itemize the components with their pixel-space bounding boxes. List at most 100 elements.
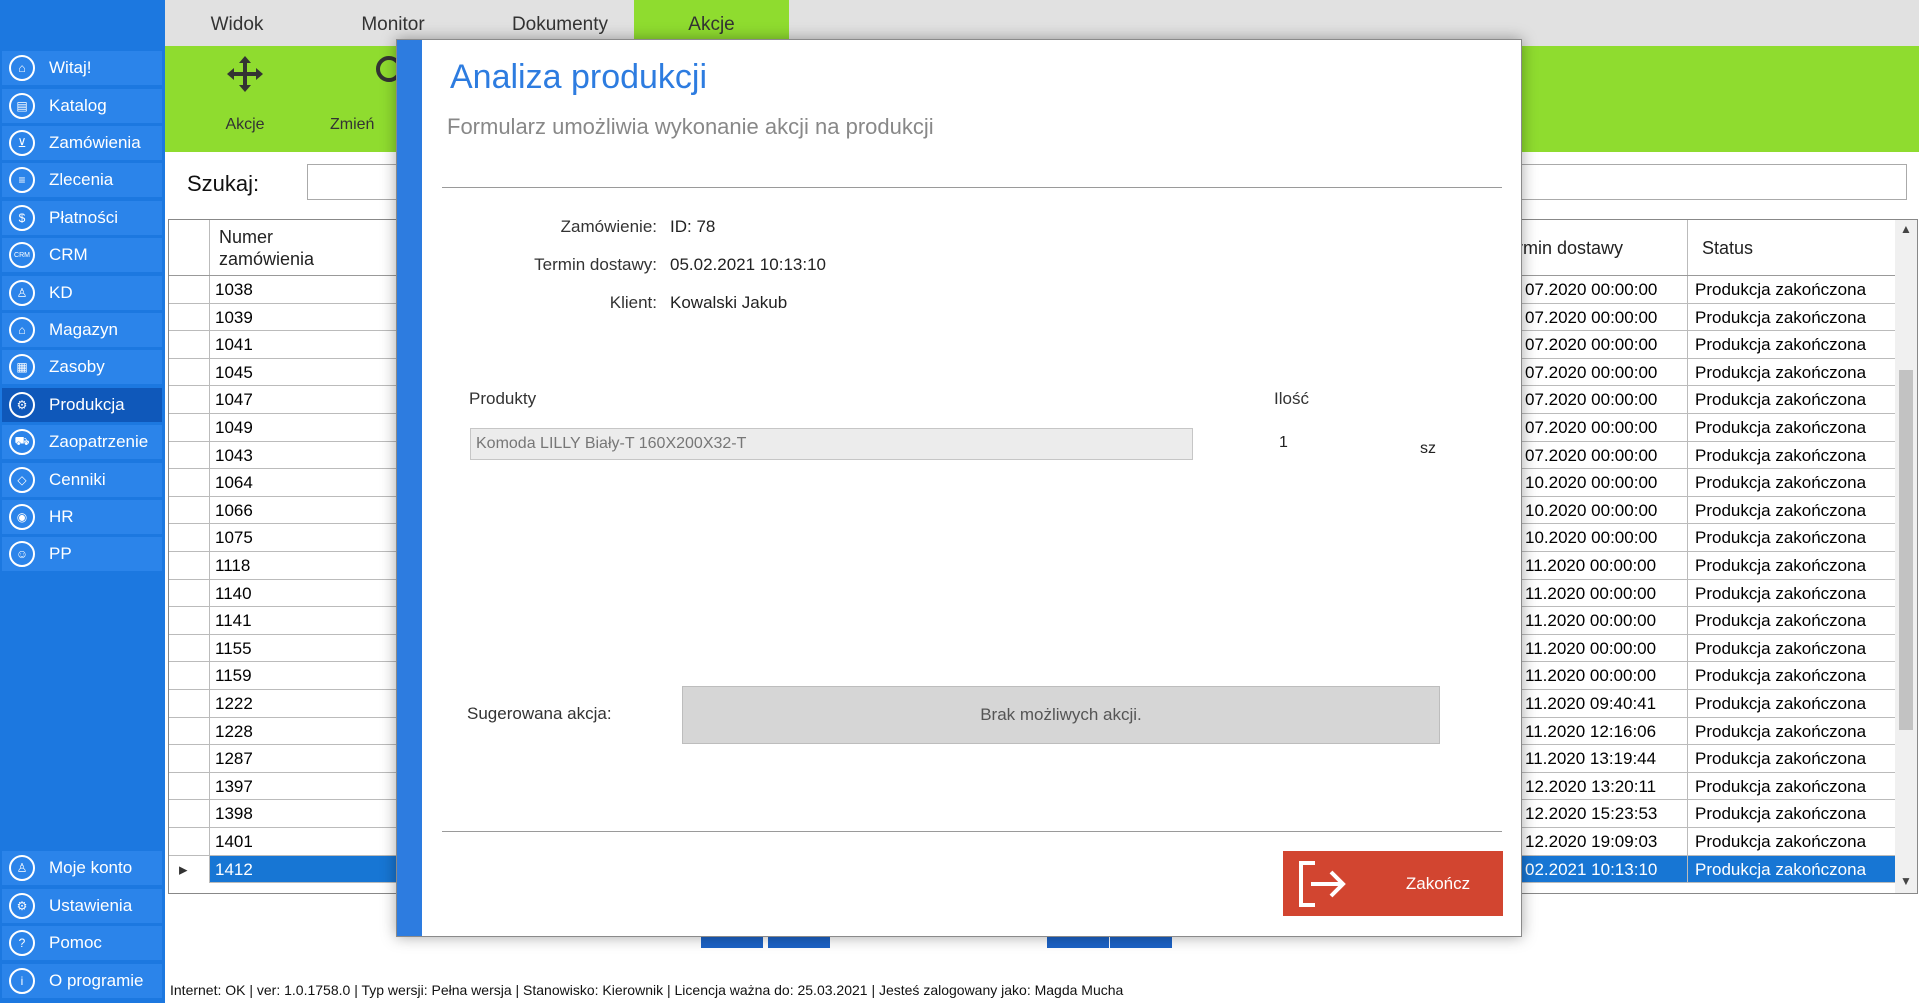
sidebar-item-pomoc[interactable]: ? Pomoc [2,926,162,960]
sidebar-item-produkcja[interactable]: ⚙ Produkcja [2,388,162,422]
sidebar-item-o-programie[interactable]: i O programie [2,964,162,998]
status-cell: Produkcja zakończona [1695,390,1867,410]
delivery-date-cell: 07.2020 00:00:00 [1525,445,1658,465]
sidebar-item-cenniki[interactable]: ◇ Cenniki [2,463,162,497]
order-number-cell: 1155 [215,638,252,658]
column-header-delivery[interactable]: rmin dostawy [1509,220,1689,276]
order-number-cell: 1397 [215,776,253,796]
finish-button-label: Zakończ [1405,874,1471,893]
sidebar-item-zaopatrzenie[interactable]: ⛟ Zaopatrzenie [2,425,162,459]
column-header-number[interactable]: Numer zamówienia [211,220,361,276]
status-cell: Produkcja zakończona [1695,832,1867,851]
sidebar: ⌂ Witaj! ▤ Katalog ⊻ Zamówienia ≡ Zlecenia $… [0,0,165,1003]
sidebar-item-label: PP [49,544,72,563]
warehouse-icon: ⌂ [9,317,35,343]
sidebar-item-label: Pomoc [49,933,102,952]
suggested-action-label: Sugerowana akcja: [467,704,612,723]
scroll-up-icon[interactable]: ▲ [1900,222,1912,236]
sidebar-item-label: HR [49,507,74,526]
delivery-date-cell: 12.2020 15:23:53 [1525,804,1658,824]
delivery-date-cell: 11.2020 00:00:00 [1525,611,1657,631]
delivery-date-cell: 07.2020 00:00:00 [1525,362,1658,382]
sidebar-item-kd[interactable]: ♙ KD [2,276,162,310]
sidebar-item-label: Witaj! [49,58,92,77]
status-cell: Produkcja zakończona [1695,445,1867,465]
status-cell: Produkcja zakończona [1695,362,1867,382]
sidebar-item-zamowienia[interactable]: ⊻ Zamówienia [2,126,162,160]
order-number-cell: 1401 [215,832,253,851]
delivery-date-cell: 11.2020 09:40:41 [1525,694,1657,713]
crm-icon: CRM [9,242,35,268]
order-number-cell: 1075 [215,528,253,548]
finish-button[interactable]: Zakończ [1283,851,1503,916]
delivery-date-value: 05.02.2021 10:13:10 [670,255,826,274]
delivery-date-cell: 10.2020 00:00:00 [1525,528,1658,548]
sidebar-item-witaj[interactable]: ⌂ Witaj! [2,51,162,85]
sidebar-item-label: Zasoby [49,357,105,376]
status-cell: Produkcja zakończona [1695,473,1867,493]
scroll-down-icon[interactable]: ▼ [1900,874,1912,888]
supply-icon: ⛟ [9,429,35,455]
sidebar-item-zasoby[interactable]: ▦ Zasoby [2,350,162,384]
sidebar-item-label: Ustawienia [49,896,133,915]
sidebar-item-label: Zlecenia [49,170,114,189]
search-label: Szukaj: [187,171,260,196]
delivery-date-cell: 07.2020 00:00:00 [1525,307,1658,327]
list-icon: ≡ [9,167,35,193]
actions-button[interactable]: Akcje [205,46,285,152]
sidebar-item-magazyn[interactable]: ⌂ Magazyn [2,313,162,347]
sidebar-item-moje-konto[interactable]: ♙ Moje konto [2,851,162,885]
exit-icon [1299,861,1346,907]
delivery-date-cell: 12.2020 13:20:11 [1525,776,1657,796]
sidebar-item-ustawienia[interactable]: ⚙ Ustawienia [2,889,162,923]
status-cell: Produkcja zakończona [1695,611,1867,631]
sidebar-item-label: CRM [49,245,88,264]
delivery-date-label: Termin dostawy: [534,255,657,274]
status-cell: Produkcja zakończona [1695,418,1867,437]
hr-icon: ◉ [9,504,35,530]
delivery-date-cell: 07.2020 00:00:00 [1525,280,1658,299]
client-label: Klient: [609,293,657,312]
status-cell: Produkcja zakończona [1695,749,1867,769]
sidebar-item-label: O programie [49,971,144,990]
order-number-cell: 1287 [215,749,253,769]
gear-icon: ⚙ [9,893,35,919]
tab-widok[interactable]: Widok [177,0,297,46]
column-header-status[interactable]: Status [1694,220,1884,276]
order-number-cell: 1064 [215,473,253,493]
sidebar-item-platnosci[interactable]: $ Płatności [2,201,162,235]
sidebar-item-zlecenia[interactable]: ≡ Zlecenia [2,163,162,197]
sidebar-item-label: Płatności [49,208,118,227]
delivery-date-cell: 11.2020 00:00:00 [1525,556,1657,575]
sidebar-item-hr[interactable]: ◉ HR [2,500,162,534]
order-number-cell: 1140 [215,583,252,603]
order-number-cell: 1043 [215,445,253,465]
sidebar-item-label: Cenniki [49,470,106,489]
status-cell: Produkcja zakończona [1695,556,1867,575]
help-icon: ? [9,930,35,956]
dialog-title: Analiza produkcji [450,58,708,96]
change-button[interactable]: Zmień [330,46,402,152]
suggested-action-button[interactable]: Brak możliwych akcji. [682,686,1440,744]
status-cell: Produkcja zakończona [1695,804,1867,824]
status-cell: Produkcja zakończona [1695,280,1867,299]
status-cell: Produkcja zakończona [1695,666,1867,686]
divider [442,831,1502,832]
sidebar-item-katalog[interactable]: ▤ Katalog [2,89,162,123]
delivery-date-cell: 07.2020 00:00:00 [1525,418,1658,437]
order-number-cell: 1039 [215,307,253,327]
status-cell: Produkcja zakończona [1695,335,1867,355]
status-bar: Internet: OK | ver: 1.0.1758.0 | Typ wer… [170,982,1124,998]
order-number-cell: 1049 [215,418,253,437]
production-icon: ⚙ [9,392,35,418]
sidebar-item-label: Zamówienia [49,133,141,152]
delivery-date-cell: 11.2020 12:16:06 [1525,721,1657,741]
sidebar-item-crm[interactable]: CRM CRM [2,238,162,272]
scrollbar-thumb[interactable] [1899,370,1913,730]
sidebar-item-pp[interactable]: ☺ PP [2,537,162,571]
delivery-date-cell: 11.2020 00:00:00 [1525,666,1657,686]
vertical-scrollbar[interactable]: ▲ ▼ [1895,220,1917,893]
status-cell: Produkcja zakończona [1695,859,1867,879]
dialog-subtitle: Formularz umożliwia wykonanie akcji na p… [447,114,934,139]
sidebar-item-label: KD [49,283,73,302]
